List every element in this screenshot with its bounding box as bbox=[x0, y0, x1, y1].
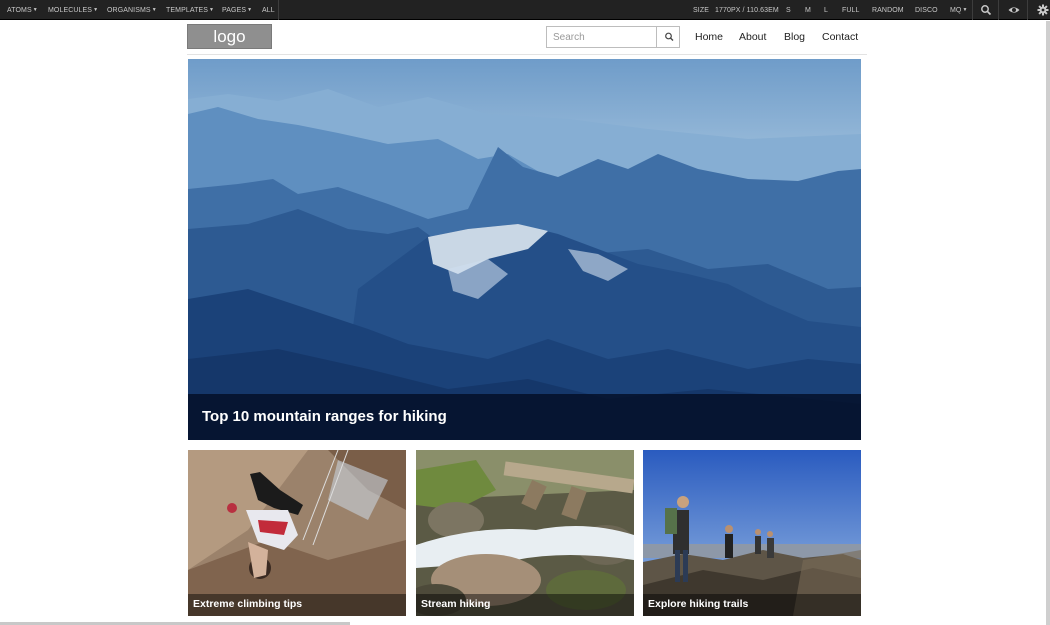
menu-all[interactable]: ALL bbox=[262, 0, 275, 20]
toolbar-divider bbox=[1027, 0, 1028, 20]
pattern-lab-toolbar: ATOMS▼ MOLECULES▼ ORGANISMS▼ TEMPLATES▼ … bbox=[0, 0, 1050, 20]
header-divider bbox=[187, 54, 867, 55]
card-climbing[interactable]: Extreme climbing tips bbox=[188, 450, 406, 616]
toolbar-divider bbox=[278, 0, 279, 20]
logo[interactable]: logo bbox=[187, 24, 272, 49]
menu-organisms-label: ORGANISMS bbox=[107, 7, 151, 14]
search-icon bbox=[665, 32, 674, 41]
nav-home[interactable]: Home bbox=[695, 31, 723, 43]
eye-icon[interactable] bbox=[1007, 3, 1021, 17]
toolbar-divider bbox=[998, 0, 999, 20]
card-title[interactable]: Explore hiking trails bbox=[648, 598, 748, 610]
hero-caption: Top 10 mountain ranges for hiking bbox=[188, 394, 861, 440]
menu-molecules-label: MOLECULES bbox=[48, 7, 93, 14]
menu-pages-label: PAGES bbox=[222, 7, 247, 14]
card-caption: Extreme climbing tips bbox=[188, 594, 406, 616]
vertical-scrollbar[interactable] bbox=[1046, 21, 1050, 625]
card-caption: Stream hiking bbox=[416, 594, 634, 616]
menu-molecules[interactable]: MOLECULES▼ bbox=[48, 0, 98, 20]
caret-icon: ▼ bbox=[962, 7, 968, 13]
menu-templates[interactable]: TEMPLATES▼ bbox=[166, 0, 214, 20]
menu-atoms-label: ATOMS bbox=[7, 7, 32, 14]
caret-icon: ▼ bbox=[209, 7, 215, 13]
size-value[interactable]: 1770PX / 110.63EM bbox=[715, 0, 779, 20]
card-trails[interactable]: Explore hiking trails bbox=[643, 450, 861, 616]
size-m-button[interactable]: M bbox=[805, 0, 811, 20]
menu-templates-label: TEMPLATES bbox=[166, 7, 209, 14]
size-disco-button[interactable]: DISCO bbox=[915, 0, 938, 20]
menu-atoms[interactable]: ATOMS▼ bbox=[7, 0, 38, 20]
nav-contact[interactable]: Contact bbox=[822, 31, 858, 43]
nav-blog[interactable]: Blog bbox=[784, 31, 805, 43]
mq-label: MQ bbox=[950, 7, 962, 14]
search-icon[interactable] bbox=[979, 3, 993, 17]
gear-icon[interactable] bbox=[1036, 3, 1050, 17]
hero-mountain-image bbox=[188, 59, 861, 440]
card-title[interactable]: Stream hiking bbox=[421, 598, 490, 610]
menu-organisms[interactable]: ORGANISMS▼ bbox=[107, 0, 157, 20]
climbing-image bbox=[188, 450, 406, 616]
menu-pages[interactable]: PAGES▼ bbox=[222, 0, 252, 20]
search-form bbox=[546, 26, 680, 48]
hero-feature[interactable]: Top 10 mountain ranges for hiking bbox=[188, 59, 861, 440]
search-input[interactable] bbox=[547, 27, 656, 47]
size-l-button[interactable]: L bbox=[824, 0, 828, 20]
caret-icon: ▼ bbox=[32, 7, 38, 13]
search-button[interactable] bbox=[656, 27, 681, 47]
card-stream[interactable]: Stream hiking bbox=[416, 450, 634, 616]
caret-icon: ▼ bbox=[93, 7, 99, 13]
toolbar-divider bbox=[972, 0, 973, 20]
trails-image bbox=[643, 450, 861, 616]
card-caption: Explore hiking trails bbox=[643, 594, 861, 616]
nav-about[interactable]: About bbox=[739, 31, 766, 43]
caret-icon: ▼ bbox=[151, 7, 157, 13]
size-s-button[interactable]: S bbox=[786, 0, 791, 20]
size-full-button[interactable]: FULL bbox=[842, 0, 860, 20]
stream-image bbox=[416, 450, 634, 616]
card-title[interactable]: Extreme climbing tips bbox=[193, 598, 302, 610]
hero-title[interactable]: Top 10 mountain ranges for hiking bbox=[202, 408, 447, 425]
size-label: SIZE bbox=[693, 7, 709, 14]
mq-menu[interactable]: MQ▼ bbox=[950, 0, 968, 20]
size-random-button[interactable]: RANDOM bbox=[872, 0, 904, 20]
caret-icon: ▼ bbox=[247, 7, 253, 13]
